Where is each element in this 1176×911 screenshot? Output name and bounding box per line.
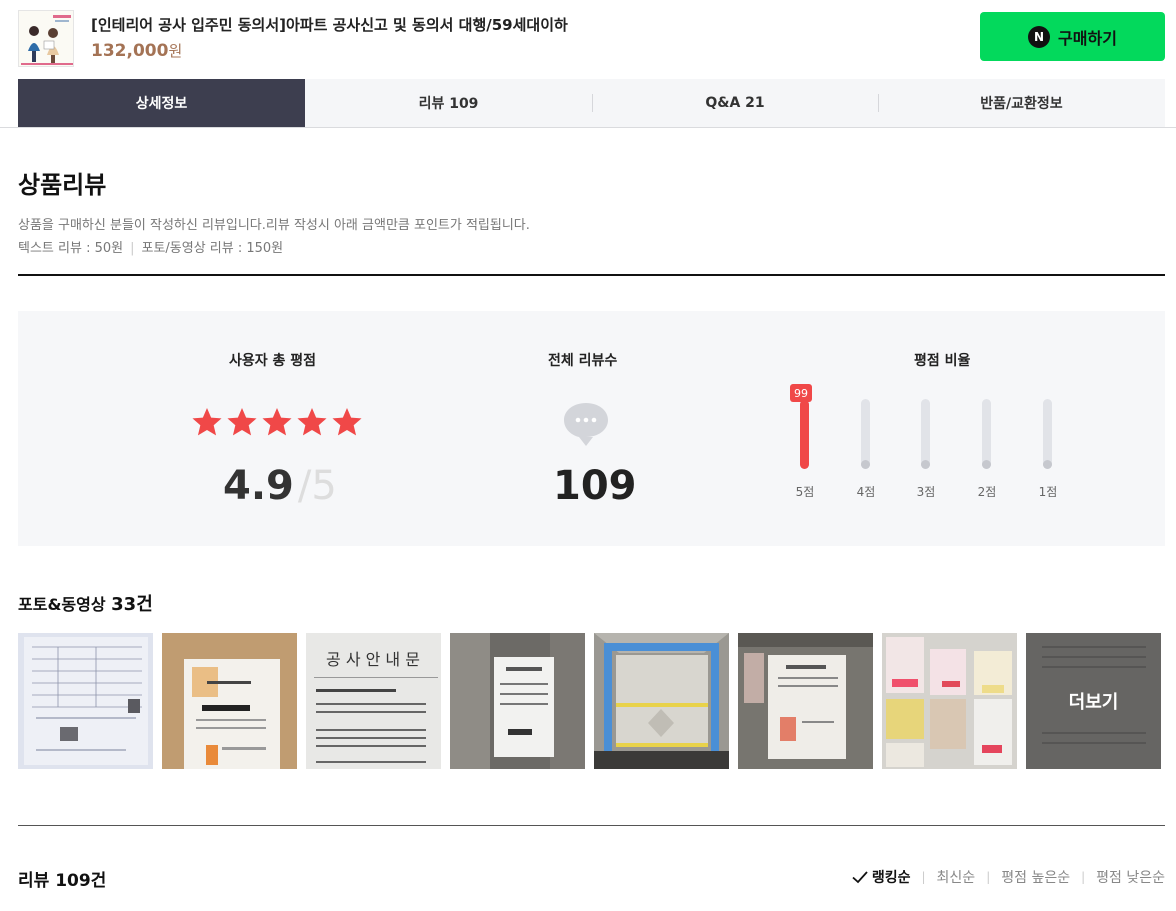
- ratio-fill: [1043, 460, 1052, 469]
- review-photo[interactable]: [18, 633, 153, 769]
- tab-separator: [878, 94, 879, 112]
- review-photo[interactable]: [594, 633, 729, 769]
- rating-value: 4.9: [223, 463, 294, 509]
- sort-label: 랭킹순: [871, 870, 911, 886]
- price-value: 132,000: [91, 41, 169, 61]
- ratio-track: [982, 399, 991, 469]
- notice-closeup-photo: 공 사 안 내 문: [306, 633, 441, 769]
- product-thumbnail[interactable]: [18, 10, 74, 67]
- ratio-fill: [861, 460, 870, 469]
- sort-label: 평점 낮은순: [1096, 870, 1165, 886]
- sort-label: 평점 높은순: [1001, 870, 1071, 886]
- review-list-count: 리뷰 109건: [18, 871, 107, 891]
- product-header: [인테리어 공사 입주민 동의서]아파트 공사신고 및 동의서 대행/59세대이…: [0, 0, 1176, 79]
- speech-bubble-icon: [564, 403, 608, 446]
- review-photo[interactable]: [450, 633, 585, 769]
- ratio-fill: [982, 460, 991, 469]
- photo-section-label: 포토&동영상: [18, 595, 106, 614]
- star-icon: [227, 408, 257, 436]
- more-photos-button[interactable]: 더보기: [1026, 633, 1161, 769]
- ratio-track: [1043, 399, 1052, 469]
- ratio-track: [921, 399, 930, 469]
- rating-max: /5: [297, 463, 337, 509]
- section-divider: [18, 274, 1165, 276]
- sort-label: 최신순: [936, 870, 976, 886]
- notice-photo: [162, 633, 297, 769]
- product-illustration: [19, 11, 73, 66]
- tab-label: 리뷰 109: [418, 96, 479, 112]
- tab-label: 상세정보: [135, 96, 188, 112]
- review-photo[interactable]: [738, 633, 873, 769]
- rating-ratio-title: 평점 비율: [914, 353, 971, 369]
- review-summary-panel: 사용자 총 평점 4.9/5 전체 리뷰수 109 평점 비율 99 5점 4점 3점…: [18, 311, 1165, 546]
- separator: |: [1081, 870, 1086, 884]
- rating-stars: [191, 406, 363, 438]
- photo-gallery: 공 사 안 내 문 더보기: [18, 633, 1165, 769]
- review-photo[interactable]: [162, 633, 297, 769]
- ratio-label: 2점: [977, 485, 997, 499]
- star-icon: [297, 408, 327, 436]
- sort-rating-low[interactable]: 평점 낮은순: [1096, 867, 1165, 887]
- separator: |: [130, 241, 135, 256]
- text-review-point: 텍스트 리뷰 : 50원: [18, 241, 124, 256]
- more-label: 더보기: [1068, 692, 1119, 713]
- tab-return-exchange[interactable]: 반품/교환정보: [878, 79, 1165, 127]
- tab-label: Q&A 21: [705, 95, 765, 111]
- naver-pay-icon: N: [1028, 25, 1051, 48]
- svg-text:공 사 안 내 문: 공 사 안 내 문: [326, 650, 420, 669]
- rating-title: 사용자 총 평점: [229, 353, 317, 369]
- review-photo[interactable]: 공 사 안 내 문: [306, 633, 441, 769]
- elevator-floor-photo: [594, 633, 729, 769]
- review-description: 상품을 구매하신 분들이 작성하신 리뷰입니다.리뷰 작성시 아래 금액만큼 포…: [18, 218, 530, 233]
- ratio-fill: [921, 460, 930, 469]
- star-icon: [192, 408, 222, 436]
- ratio-label: 1점: [1038, 485, 1058, 499]
- tab-qna[interactable]: Q&A 21: [592, 79, 878, 127]
- review-count-value: 109: [553, 463, 637, 509]
- sort-ranking[interactable]: 랭킹순: [852, 867, 911, 887]
- review-section-title: 상품리뷰: [18, 171, 107, 199]
- product-title: [인테리어 공사 입주민 동의서]아파트 공사신고 및 동의서 대행/59세대이…: [91, 16, 568, 34]
- tab-label: 반품/교환정보: [980, 96, 1063, 112]
- review-count-title: 전체 리뷰수: [548, 353, 618, 369]
- section-divider: [18, 825, 1165, 826]
- check-icon: [852, 871, 868, 884]
- ratio-track: [861, 399, 870, 469]
- separator: |: [986, 870, 991, 884]
- photo-count: 33건: [111, 594, 153, 615]
- elevator-notice-photo: [450, 633, 585, 769]
- sort-rating-high[interactable]: 평점 높은순: [1001, 867, 1070, 887]
- photo-section-title: 포토&동영상 33건: [18, 590, 153, 616]
- star-icon: [262, 408, 292, 436]
- product-price: 132,000원: [91, 40, 182, 61]
- rating-score: 4.9/5: [223, 463, 337, 509]
- document-photo: [18, 633, 153, 769]
- sort-options: 랭킹순 | 최신순 | 평점 높은순 | 평점 낮은순: [852, 867, 1165, 887]
- ratio-badge: 99: [790, 384, 812, 402]
- price-unit: 원: [168, 42, 183, 60]
- collage-photo: [882, 633, 1017, 769]
- product-tabs: 상세정보 리뷰 109 Q&A 21 반품/교환정보: [18, 79, 1165, 127]
- photo-review-point: 포토/동영상 리뷰 : 150원: [141, 241, 284, 256]
- separator: |: [921, 870, 926, 884]
- notice-board-photo: [738, 633, 873, 769]
- buy-button[interactable]: N 구매하기: [980, 12, 1165, 61]
- ratio-fill: [800, 400, 809, 469]
- tab-reviews[interactable]: 리뷰 109: [305, 79, 592, 127]
- tab-separator: [592, 94, 593, 112]
- star-icon: [332, 408, 362, 436]
- review-point-info: 텍스트 리뷰 : 50원 | 포토/동영상 리뷰 : 150원: [18, 237, 283, 256]
- tabs-divider: [0, 127, 1176, 128]
- ratio-label: 5점: [795, 485, 815, 499]
- review-photo[interactable]: [882, 633, 1017, 769]
- tab-detail[interactable]: 상세정보: [18, 79, 305, 127]
- ratio-label: 3점: [916, 485, 936, 499]
- sort-latest[interactable]: 최신순: [937, 867, 976, 887]
- buy-button-label: 구매하기: [1058, 28, 1117, 48]
- ratio-label: 4점: [856, 485, 876, 499]
